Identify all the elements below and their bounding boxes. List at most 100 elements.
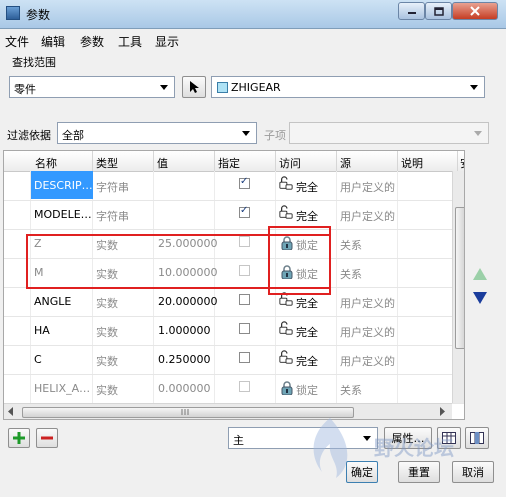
cell-access[interactable]: 完全 [296,324,318,340]
cell-access[interactable]: 锁定 [296,382,318,398]
designated-checkbox[interactable] [239,176,250,189]
designated-checkbox[interactable] [239,381,250,392]
scroll-left-icon[interactable] [8,407,14,416]
col-value[interactable]: 值 [157,155,168,171]
scope-object-select[interactable]: ZHIGEAR [211,76,485,98]
designated-checkbox[interactable] [239,352,250,363]
cell-type[interactable]: 实数 [96,295,118,311]
annotation-box-access [268,226,331,295]
cell-name[interactable]: MODELE… [34,208,92,221]
plus-icon [13,432,25,444]
add-parameter-button[interactable] [8,428,30,448]
cell-value[interactable]: 0.000000 [158,382,211,395]
col-type[interactable]: 类型 [96,155,118,171]
main-select-value: 主 [233,434,244,447]
cell-name[interactable]: ANGLE [34,295,71,308]
cell-type[interactable]: 字符串 [96,208,129,224]
designated-checkbox[interactable] [239,323,250,334]
cell-name[interactable]: HA [34,324,50,337]
table-row[interactable]: HELIX_A… 实数 0.000000 锁定 关系 [4,374,464,404]
minimize-button[interactable] [398,2,425,20]
minimize-icon [407,12,416,14]
cell-source[interactable]: 用户定义的 [340,324,395,340]
table-row[interactable]: C 实数 0.250000 完全 用户定义的 [4,345,464,375]
subitem-select[interactable] [289,122,489,144]
maximize-button[interactable] [425,2,452,20]
designated-checkbox[interactable] [239,294,250,305]
menu-view[interactable]: 显示 [155,33,179,50]
scope-type-select[interactable]: 零件 [9,76,175,98]
close-icon [470,6,480,16]
cell-source[interactable]: 关系 [340,237,362,253]
chevron-down-icon [470,85,478,90]
cell-source[interactable]: 用户定义的 [340,179,395,195]
cursor-arrow-icon [190,81,199,93]
cell-value[interactable]: 20.000000 [158,295,218,308]
table-row[interactable]: ANGLE 实数 20.000000 完全 用户定义的 [4,287,464,317]
minus-icon [41,436,53,440]
unlock-icon [279,205,293,219]
search-scope-label: 查找范围 [12,56,56,69]
designated-checkbox[interactable] [239,205,250,218]
flame-logo-icon [313,418,348,478]
move-up-icon[interactable] [473,268,487,280]
menu-file[interactable]: 文件 [5,33,29,50]
menu-tools[interactable]: 工具 [118,33,142,50]
cell-access[interactable]: 完全 [296,208,318,224]
maximize-icon [433,6,444,16]
vertical-scrollbar[interactable] [452,171,464,403]
part-icon [217,82,228,93]
col-description[interactable]: 说明 [401,155,423,171]
chevron-down-icon [474,131,482,136]
grip-icon [181,409,189,415]
cell-source[interactable]: 关系 [340,382,362,398]
pick-object-button[interactable] [182,76,206,98]
cell-type[interactable]: 字符串 [96,179,129,195]
col-access[interactable]: 访问 [279,155,301,171]
cell-access[interactable]: 完全 [296,295,318,311]
unlock-icon [279,176,293,190]
table-header: 名称 类型 值 指定 访问 源 说明 安 [4,151,464,172]
cell-value[interactable]: 1.000000 [158,324,211,337]
menu-parameters[interactable]: 参数 [80,33,104,50]
scope-object-value: ZHIGEAR [231,81,281,94]
menu-edit[interactable]: 编辑 [41,33,65,50]
filter-select[interactable]: 全部 [57,122,257,144]
cell-source[interactable]: 用户定义的 [340,295,395,311]
vertical-scroll-thumb[interactable] [455,207,464,349]
cell-access[interactable]: 完全 [296,179,318,195]
window-title: 参数 [26,8,51,22]
cell-name[interactable]: C [34,353,42,366]
cell-source[interactable]: 用户定义的 [340,208,395,224]
menu-bar: 文件 编辑 参数 工具 显示 [0,30,506,50]
cell-name[interactable]: HELIX_A… [34,382,90,395]
cell-name[interactable]: DESCRIP… [34,179,93,192]
col-extra[interactable]: 安 [460,155,464,171]
unlock-icon [279,350,293,364]
filter-label: 过滤依据 [7,129,51,142]
table-row[interactable]: HA 实数 1.000000 完全 用户定义的 [4,316,464,346]
remove-parameter-button[interactable] [36,428,58,448]
move-down-icon[interactable] [473,292,487,304]
table-row[interactable]: MODELE… 字符串 完全 用户定义的 [4,200,464,230]
cell-value[interactable]: 0.250000 [158,353,211,366]
col-source[interactable]: 源 [340,155,351,171]
col-designated[interactable]: 指定 [218,155,240,171]
watermark: 野火论坛 [300,412,500,492]
chevron-down-icon [242,131,250,136]
filter-value: 全部 [62,129,84,142]
cell-type[interactable]: 实数 [96,324,118,340]
lock-icon [281,381,293,395]
cell-source[interactable]: 关系 [340,266,362,282]
cell-source[interactable]: 用户定义的 [340,353,395,369]
table-row[interactable]: DESCRIP…字符串 完全 用户定义的 [4,171,464,201]
col-name[interactable]: 名称 [35,155,57,171]
cell-type[interactable]: 实数 [96,382,118,398]
scope-type-value: 零件 [14,83,36,96]
subitem-label: 子项 [264,129,286,142]
cell-access[interactable]: 完全 [296,353,318,369]
chevron-down-icon [160,85,168,90]
cell-type[interactable]: 实数 [96,353,118,369]
close-button[interactable] [452,2,498,20]
unlock-icon [279,321,293,335]
